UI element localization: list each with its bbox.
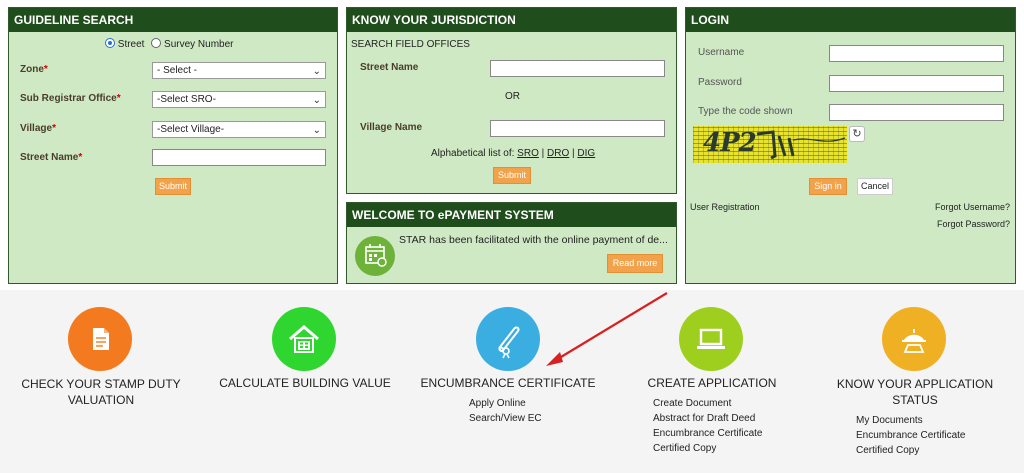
status-encumbrance-certificate-link[interactable]: Encumbrance Certificate: [856, 428, 966, 443]
abstract-draft-deed-link[interactable]: Abstract for Draft Deed: [653, 411, 755, 426]
search-type-radio-group: Street Survey Number: [105, 38, 234, 50]
service-application-status-button[interactable]: [882, 307, 946, 371]
encumbrance-search-view-link[interactable]: Search/View EC: [469, 411, 542, 426]
jurisdiction-village-input[interactable]: [490, 120, 665, 137]
password-label: Password: [698, 77, 742, 88]
jurisdiction-street-input[interactable]: [490, 60, 665, 77]
sro-link[interactable]: SRO: [517, 148, 539, 159]
radio-street[interactable]: [105, 38, 115, 48]
street-name-label: Street Name*: [20, 152, 83, 163]
village-select[interactable]: -Select Village- ⌄: [152, 121, 326, 138]
status-certified-copy-link[interactable]: Certified Copy: [856, 443, 919, 458]
radio-survey-number[interactable]: [151, 38, 162, 48]
dro-link[interactable]: DRO: [547, 148, 569, 159]
jurisdiction-village-label: Village Name: [360, 122, 423, 133]
login-panel: LOGIN Username Password Type the code sh…: [685, 7, 1016, 284]
radio-survey-number-label: Survey Number: [164, 39, 234, 50]
password-input[interactable]: [829, 75, 1004, 92]
guideline-search-panel: GUIDELINE SEARCH Street Survey Number Zo…: [8, 7, 338, 284]
service-encumbrance-button[interactable]: [476, 307, 540, 371]
sign-in-button[interactable]: Sign in: [809, 178, 847, 195]
jurisdiction-title: KNOW YOUR JURISDICTION: [347, 8, 676, 32]
captcha-input[interactable]: [829, 104, 1004, 121]
user-registration-link[interactable]: User Registration: [690, 202, 760, 212]
separator: |: [572, 148, 575, 159]
laptop-icon: [697, 328, 725, 349]
chevron-down-icon: ⌄: [312, 66, 321, 77]
alphabetical-list-prefix: Alphabetical list of:: [431, 148, 515, 159]
service-create-application-button[interactable]: [679, 307, 743, 371]
radio-street-label: Street: [117, 39, 145, 50]
username-label: Username: [698, 47, 745, 58]
service-stamp-duty-title[interactable]: CHECK YOUR STAMP DUTY VALUATION: [10, 376, 192, 408]
username-input[interactable]: [829, 45, 1004, 62]
encumbrance-apply-online-link[interactable]: Apply Online: [469, 396, 526, 411]
captcha-image: 4P2: [693, 126, 847, 163]
epayment-title: WELCOME TO ePAYMENT SYSTEM: [347, 203, 676, 227]
service-building-value-button[interactable]: [272, 307, 336, 371]
calendar-icon: [355, 236, 395, 276]
create-document-link[interactable]: Create Document: [653, 396, 731, 411]
read-more-button[interactable]: Read more: [607, 254, 663, 273]
service-application-status-title[interactable]: KNOW YOUR APPLICATION STATUS: [824, 376, 1006, 408]
zone-label: Zone*: [20, 64, 48, 75]
guideline-search-title: GUIDELINE SEARCH: [9, 8, 337, 32]
street-name-input[interactable]: [152, 149, 326, 166]
scroll-icon: [498, 326, 520, 359]
zone-select[interactable]: - Select - ⌄: [152, 62, 326, 79]
jurisdiction-street-label: Street Name: [360, 62, 419, 73]
service-encumbrance-title[interactable]: ENCUMBRANCE CERTIFICATE: [408, 376, 608, 390]
create-certified-copy-link[interactable]: Certified Copy: [653, 441, 716, 456]
alphabetical-list: Alphabetical list of: SRO | DRO | DIG: [431, 148, 595, 159]
my-documents-link[interactable]: My Documents: [856, 413, 923, 428]
epayment-panel: WELCOME TO ePAYMENT SYSTEM STAR has been…: [346, 202, 677, 284]
document-icon: [93, 328, 109, 350]
service-building-value-title[interactable]: CALCULATE BUILDING VALUE: [205, 376, 405, 390]
sub-registrar-office-label: Sub Registrar Office*: [20, 93, 121, 104]
village-label: Village*: [20, 123, 56, 134]
forgot-username-link[interactable]: Forgot Username?: [935, 202, 1010, 212]
guideline-submit-button[interactable]: Submit: [155, 178, 191, 195]
create-encumbrance-certificate-link[interactable]: Encumbrance Certificate: [653, 426, 763, 441]
service-create-application-title[interactable]: CREATE APPLICATION: [612, 376, 812, 390]
sro-select[interactable]: -Select SRO- ⌄: [152, 91, 326, 108]
forgot-password-link[interactable]: Forgot Password?: [937, 219, 1010, 229]
jurisdiction-submit-button[interactable]: Submit: [493, 167, 531, 184]
captcha-code-label: Type the code shown: [698, 106, 793, 117]
status-icon: [902, 329, 926, 353]
captcha-noise-icon: [756, 130, 846, 160]
service-stamp-duty-button[interactable]: [68, 307, 132, 371]
house-icon: [289, 325, 319, 353]
services-section: CHECK YOUR STAMP DUTY VALUATION CALCULAT…: [0, 290, 1024, 473]
dig-link[interactable]: DIG: [577, 148, 595, 159]
epayment-text: STAR has been facilitated with the onlin…: [399, 234, 668, 246]
jurisdiction-panel: KNOW YOUR JURISDICTION SEARCH FIELD OFFI…: [346, 7, 677, 194]
refresh-captcha-icon[interactable]: ↻: [849, 126, 865, 142]
or-text: OR: [505, 91, 520, 102]
chevron-down-icon: ⌄: [312, 95, 321, 106]
chevron-down-icon: ⌄: [312, 125, 321, 136]
separator: |: [541, 148, 545, 159]
cancel-button[interactable]: Cancel: [857, 178, 893, 195]
login-title: LOGIN: [686, 8, 1015, 32]
search-field-offices-label: SEARCH FIELD OFFICES: [351, 39, 470, 50]
